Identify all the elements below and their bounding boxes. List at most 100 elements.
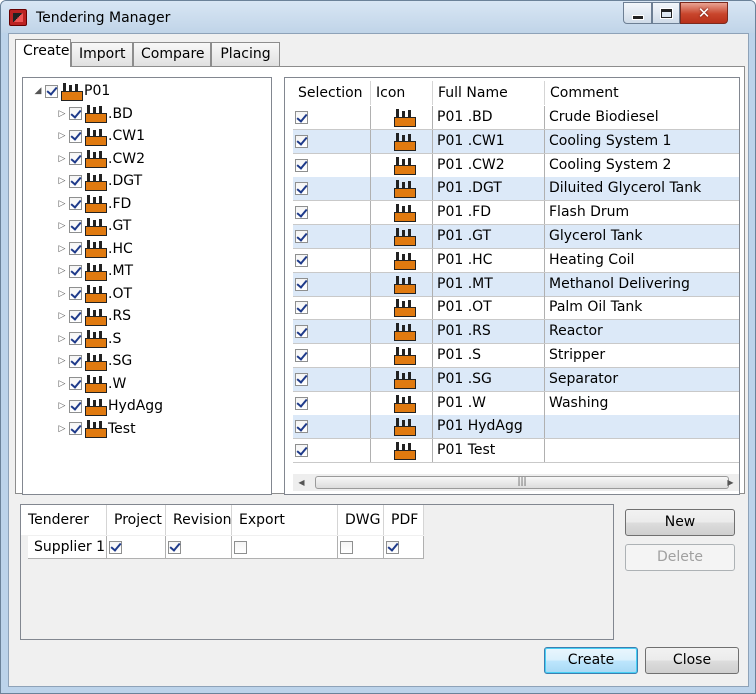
table-row[interactable]: P01 .W Washing [293,391,739,416]
comment-cell[interactable]: Palm Oil Tank [545,296,739,319]
tab-create[interactable]: Create [15,39,71,67]
column-header-full-name[interactable]: Full Name [433,81,545,105]
comment-cell[interactable]: Flash Drum [545,201,739,224]
tree-root-node[interactable]: ◢ P01 [31,80,110,102]
tree-node[interactable]: ▷ .DGT [55,170,142,192]
comment-cell[interactable]: Heating Coil [545,249,739,272]
selection-checkbox[interactable] [295,444,308,458]
tree-node[interactable]: ▷ .OT [55,283,132,305]
table-row[interactable]: P01 .MT Methanol Delivering [293,272,739,297]
comment-cell[interactable]: Methanol Delivering [545,273,739,296]
tree-node[interactable]: ▷ .HC [55,238,133,260]
collapsed-arrow-icon[interactable]: ▷ [55,354,69,368]
collapsed-arrow-icon[interactable]: ▷ [55,174,69,188]
tree-node-checkbox[interactable] [69,309,82,323]
collapsed-arrow-icon[interactable]: ▷ [55,219,69,233]
tree-node-checkbox[interactable] [69,377,82,390]
tree-node-checkbox[interactable] [45,84,58,98]
table-row[interactable]: P01 .SG Separator [293,367,739,392]
tree-node[interactable]: ▷ .GT [55,215,131,237]
tree-node[interactable]: ▷ HydAgg [55,395,163,417]
tree-node[interactable]: ▷ .FD [55,193,131,215]
horizontal-scrollbar[interactable]: ◀ ||| ▶ [293,474,739,491]
collapsed-arrow-icon[interactable]: ▷ [55,242,69,256]
full-name-cell[interactable]: P01 HydAgg [433,415,545,439]
tenderer-row[interactable]: Supplier 1 [28,536,424,559]
collapsed-arrow-icon[interactable]: ▷ [55,399,69,413]
tab-import[interactable]: Import [71,42,133,66]
selection-checkbox[interactable] [295,230,308,243]
selection-checkbox[interactable] [295,111,308,124]
table-row[interactable]: P01 .S Stripper [293,344,739,368]
table-row[interactable]: P01 HydAgg [293,415,739,440]
tree-node-checkbox[interactable] [69,129,82,143]
selection-checkbox[interactable] [295,206,308,220]
collapsed-arrow-icon[interactable]: ▷ [55,107,69,121]
tab-compare[interactable]: Compare [133,42,211,66]
column-header-comment[interactable]: Comment [545,81,739,105]
selection-checkbox[interactable] [295,325,308,339]
comment-cell[interactable] [545,439,739,462]
tree-node-checkbox[interactable] [69,422,82,435]
collapsed-arrow-icon[interactable]: ▷ [55,129,69,143]
table-row[interactable]: P01 .BD Crude Biodiesel [293,106,739,130]
expanded-arrow-icon[interactable]: ◢ [31,84,45,98]
column-header-tenderer[interactable]: Tenderer [21,505,107,535]
selection-checkbox[interactable] [295,396,308,410]
table-row[interactable]: P01 Test [293,439,739,464]
comment-cell[interactable]: Separator [545,368,739,391]
tree-node[interactable]: ▷ Test [55,418,136,440]
pdf-checkbox[interactable] [386,540,399,554]
selection-checkbox[interactable] [295,301,308,315]
full-name-cell[interactable]: P01 .CW2 [433,153,545,177]
project-checkbox[interactable] [109,540,122,554]
table-row[interactable]: P01 .CW2 Cooling System 2 [293,153,739,178]
full-name-cell[interactable]: P01 .OT [433,296,545,320]
tree-node-checkbox[interactable] [69,332,82,345]
collapsed-arrow-icon[interactable]: ▷ [55,197,69,211]
selection-checkbox[interactable] [295,134,308,148]
tree-node-checkbox[interactable] [69,242,82,255]
comment-cell[interactable]: Crude Biodiesel [545,106,739,129]
collapsed-arrow-icon[interactable]: ▷ [55,377,69,391]
collapsed-arrow-icon[interactable]: ▷ [55,287,69,301]
tree-node[interactable]: ▷ .CW2 [55,148,145,170]
maximize-button[interactable] [652,2,680,24]
full-name-cell[interactable]: P01 .SG [433,367,545,391]
tree-node[interactable]: ▷ .S [55,328,121,350]
tree-node-checkbox[interactable] [69,264,82,278]
full-name-cell[interactable]: P01 .MT [433,272,545,296]
column-header-export-project[interactable]: Export Project [232,505,338,558]
full-name-cell[interactable]: P01 .DGT [433,177,545,201]
tree-node-checkbox[interactable] [69,174,82,188]
close-button[interactable]: Close [645,647,739,674]
table-row[interactable]: P01 .HC Heating Coil [293,248,739,273]
tree-node-checkbox[interactable] [69,107,82,120]
tree-node[interactable]: ▷ .CW1 [55,125,145,147]
full-name-cell[interactable]: P01 .HC [433,248,545,272]
tree-node-checkbox[interactable] [69,287,82,300]
column-header-selection[interactable]: Selection [293,81,371,105]
collapsed-arrow-icon[interactable]: ▷ [55,152,69,166]
tree-node[interactable]: ▷ .MT [55,260,133,282]
table-row[interactable]: P01 .GT Glycerol Tank [293,225,739,249]
full-name-cell[interactable]: P01 .W [433,391,545,415]
column-header-pdf[interactable]: PDF [384,505,424,535]
scroll-thumb[interactable]: ||| [315,476,729,489]
items-grid[interactable]: Selection Icon Full Name Comment P01 .BD… [284,77,740,495]
collapsed-arrow-icon[interactable]: ▷ [55,422,69,436]
selection-checkbox[interactable] [295,372,308,386]
table-row[interactable]: P01 .CW1 Cooling System 1 [293,129,739,154]
tree-node[interactable]: ▷ .RS [55,305,131,327]
column-header-dwg[interactable]: DWG [338,505,384,535]
comment-cell[interactable]: Cooling System 2 [545,154,739,177]
full-name-cell[interactable]: P01 .CW1 [433,129,545,153]
comment-cell[interactable]: Diluited Glycerol Tank [545,177,739,200]
create-button[interactable]: Create [544,647,638,674]
project-tree[interactable]: ◢ P01 ▷ .BD ▷ .CW1 ▷ .CW2 ▷ .DGT ▷ .FD ▷ .GT ▷ .HC ▷ .MT ▷… [22,77,272,495]
tenderers-grid[interactable]: Tenderer Project Revision Export Project… [20,504,614,640]
full-name-cell[interactable]: P01 Test [433,439,545,463]
column-header-icon[interactable]: Icon [371,81,433,105]
scroll-right-icon[interactable]: ▶ [722,474,739,491]
comment-cell[interactable] [545,415,739,438]
